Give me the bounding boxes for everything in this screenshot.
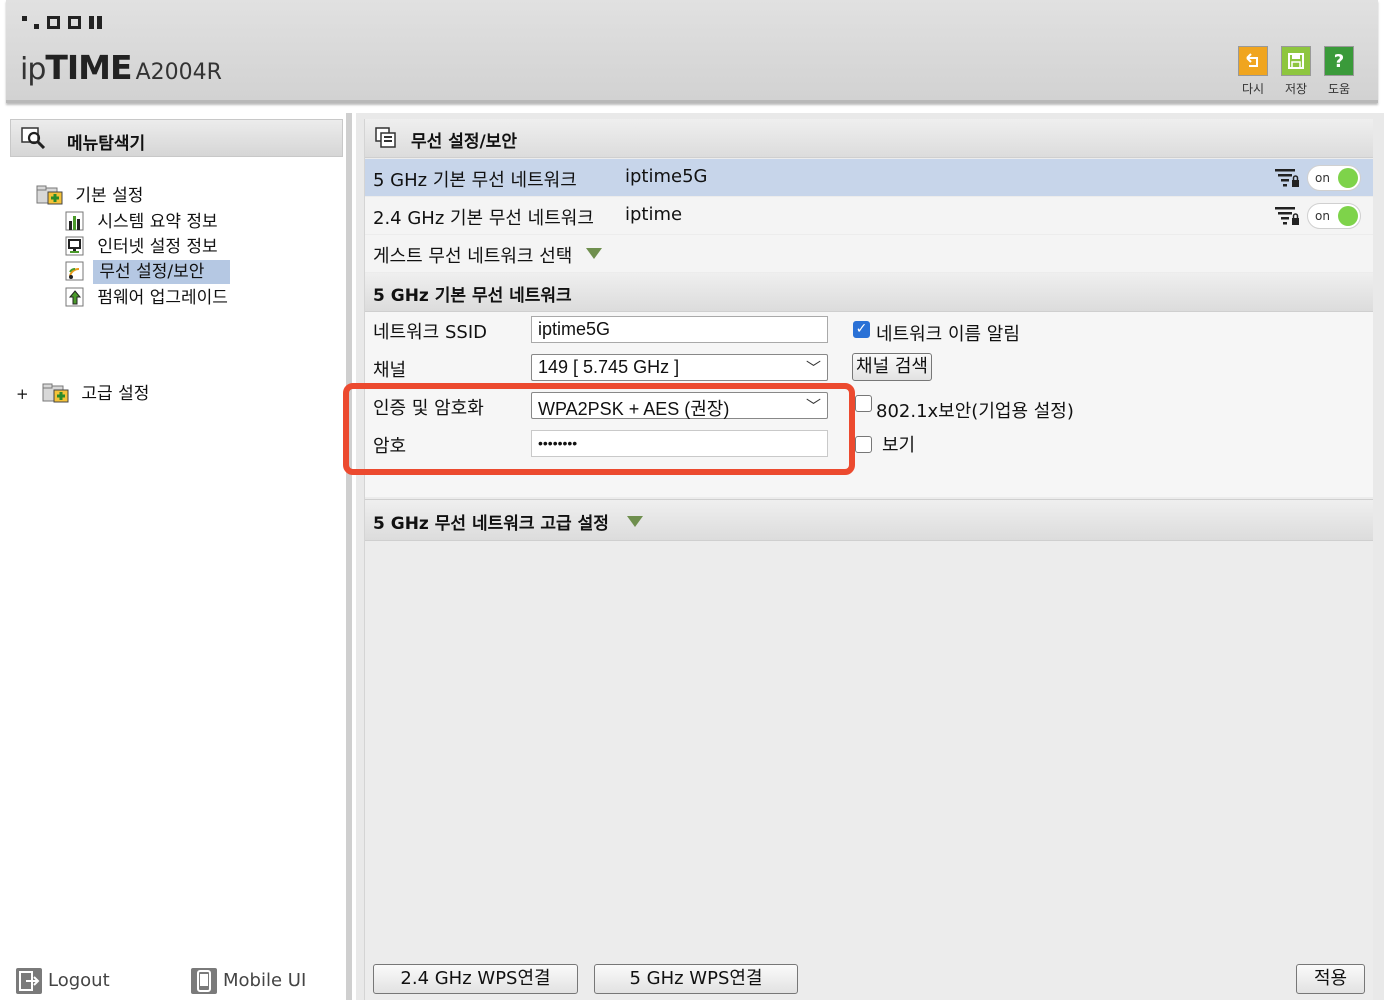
reload-label: 다시 bbox=[1241, 82, 1265, 96]
toggle-state: on bbox=[1315, 209, 1330, 223]
dot1x-checkbox[interactable] bbox=[855, 395, 872, 412]
tree-item-label: 시스템 요약 정보 bbox=[97, 212, 218, 232]
advanced-section-title: 5 GHz 무선 네트워크 고급 설정 bbox=[373, 514, 609, 534]
undo-icon bbox=[1238, 46, 1268, 76]
ssid-label: 네트워크 SSID bbox=[373, 322, 487, 343]
sidebar: 메뉴탐색기 기본 설정 시스템 요약 정보 인터넷 설정 정보 무선 설정/보안… bbox=[6, 113, 352, 1000]
expand-plus-icon[interactable]: + bbox=[16, 385, 29, 403]
main-content: 무선 설정/보안 5 GHz 기본 무선 네트워크 iptime5G on 2.… bbox=[356, 113, 1384, 1000]
toggle-state: on bbox=[1315, 171, 1330, 185]
broadcast-checkbox[interactable]: ✓ bbox=[853, 321, 870, 338]
mobile-phone-icon bbox=[191, 968, 217, 994]
monitor-icon bbox=[65, 236, 84, 256]
tree-item-wireless-security[interactable]: 무선 설정/보안 bbox=[64, 257, 231, 284]
windows-icon bbox=[375, 127, 396, 148]
apply-button[interactable]: 적용 bbox=[1296, 964, 1365, 994]
ssid-input[interactable]: iptime5G bbox=[531, 316, 828, 343]
filter-lock-icon[interactable] bbox=[1275, 206, 1301, 226]
logo-dots-icon bbox=[22, 16, 103, 35]
folder-icon bbox=[42, 383, 69, 403]
tree-item-system-summary[interactable]: 시스템 요약 정보 bbox=[64, 207, 222, 232]
brand-word: ipTIME bbox=[20, 48, 133, 87]
brand-logo: ipTIME A2004R bbox=[20, 48, 222, 87]
broadcast-label: 네트워크 이름 알림 bbox=[876, 324, 1020, 345]
menu-explorer-header: 메뉴탐색기 bbox=[10, 119, 343, 157]
network-name: 5 GHz 기본 무선 네트워크 bbox=[373, 170, 577, 191]
logout-label: Logout bbox=[48, 970, 110, 991]
chevron-down-icon: ﹀ bbox=[805, 360, 821, 377]
tree-basic-label: 기본 설정 bbox=[75, 186, 144, 206]
model-name: A2004R bbox=[135, 60, 222, 85]
network-ssid: iptime bbox=[625, 204, 683, 225]
ssid-row: 네트워크 SSID iptime5G ✓ 네트워크 이름 알림 bbox=[365, 312, 1373, 350]
wireless-icon bbox=[65, 261, 84, 281]
show-password-label: 보기 bbox=[882, 435, 916, 456]
tree-basic-settings[interactable]: 기본 설정 bbox=[36, 181, 147, 206]
filter-lock-icon[interactable] bbox=[1275, 168, 1301, 188]
menu-explorer-title: 메뉴탐색기 bbox=[67, 134, 146, 154]
guest-network-label: 게스트 무선 네트워크 선택 bbox=[373, 246, 573, 267]
network-row-5ghz[interactable]: 5 GHz 기본 무선 네트워크 iptime5G on bbox=[365, 159, 1373, 196]
dot1x-label: 802.1x보안(기업용 설정) bbox=[876, 401, 1074, 422]
tree-item-label: 펌웨어 업그레이드 bbox=[97, 288, 228, 308]
wps-5ghz-button[interactable]: 5 GHz WPS연결 bbox=[594, 964, 798, 994]
tree-advanced-settings[interactable]: + 고급 설정 bbox=[16, 379, 153, 404]
save-button[interactable]: 저장 bbox=[1279, 46, 1313, 97]
page-title: 무선 설정/보안 bbox=[411, 132, 517, 152]
network-name: 2.4 GHz 기본 무선 네트워크 bbox=[373, 208, 594, 229]
network-ssid: iptime5G bbox=[625, 166, 708, 187]
advanced-section-header[interactable]: 5 GHz 무선 네트워크 고급 설정 bbox=[365, 499, 1373, 541]
channel-scan-button[interactable]: 채널 검색 bbox=[852, 353, 932, 381]
mobile-ui-label: Mobile UI bbox=[223, 970, 307, 991]
show-password-checkbox[interactable] bbox=[855, 436, 872, 453]
help-label: 도움 bbox=[1327, 82, 1351, 96]
section-title: 5 GHz 기본 무선 네트워크 bbox=[373, 286, 572, 306]
magnifier-icon bbox=[21, 127, 46, 149]
expand-triangle-icon[interactable] bbox=[586, 248, 602, 259]
highlight-annotation bbox=[343, 383, 855, 475]
guest-network-row[interactable]: 게스트 무선 네트워크 선택 bbox=[365, 235, 1373, 272]
help-button[interactable]: ? 도움 bbox=[1322, 46, 1356, 97]
header-bar: ipTIME A2004R 다시 저장 ? 도움 bbox=[6, 0, 1378, 103]
mobile-ui-button[interactable]: Mobile UI bbox=[191, 968, 306, 994]
expand-triangle-icon[interactable] bbox=[627, 516, 643, 527]
channel-select[interactable]: 149 [ 5.745 GHz ] ﹀ bbox=[531, 354, 828, 381]
logout-button[interactable]: Logout bbox=[16, 968, 110, 994]
channel-label: 채널 bbox=[373, 360, 407, 381]
network-toggle[interactable]: on bbox=[1307, 203, 1361, 229]
network-row-24ghz[interactable]: 2.4 GHz 기본 무선 네트워크 iptime on bbox=[365, 197, 1373, 234]
tree-item-firmware-upgrade[interactable]: 펌웨어 업그레이드 bbox=[64, 283, 232, 308]
tree-item-internet-info[interactable]: 인터넷 설정 정보 bbox=[64, 232, 222, 257]
network-toggle[interactable]: on bbox=[1307, 165, 1361, 191]
save-icon bbox=[1281, 46, 1311, 76]
wps-24ghz-button[interactable]: 2.4 GHz WPS연결 bbox=[373, 964, 578, 994]
toggle-knob bbox=[1338, 168, 1358, 188]
tree-advanced-label: 고급 설정 bbox=[81, 384, 150, 404]
chart-icon bbox=[65, 211, 84, 231]
wireless-settings-panel: 무선 설정/보안 5 GHz 기본 무선 네트워크 iptime5G on 2.… bbox=[364, 119, 1373, 1000]
sidebar-footer: Logout Mobile UI bbox=[16, 968, 336, 998]
reload-button[interactable]: 다시 bbox=[1236, 46, 1270, 97]
logout-icon bbox=[16, 968, 42, 994]
tree-item-label: 인터넷 설정 정보 bbox=[97, 237, 218, 257]
toggle-knob bbox=[1338, 206, 1358, 226]
folder-icon bbox=[36, 185, 63, 205]
upgrade-icon bbox=[65, 287, 84, 307]
tree-item-label: 무선 설정/보안 bbox=[93, 260, 231, 284]
section-header-5ghz: 5 GHz 기본 무선 네트워크 bbox=[365, 273, 1373, 312]
help-icon: ? bbox=[1324, 46, 1354, 76]
channel-value: 149 [ 5.745 GHz ] bbox=[538, 357, 680, 377]
save-label: 저장 bbox=[1284, 82, 1308, 96]
page-header: 무선 설정/보안 bbox=[365, 119, 1373, 158]
